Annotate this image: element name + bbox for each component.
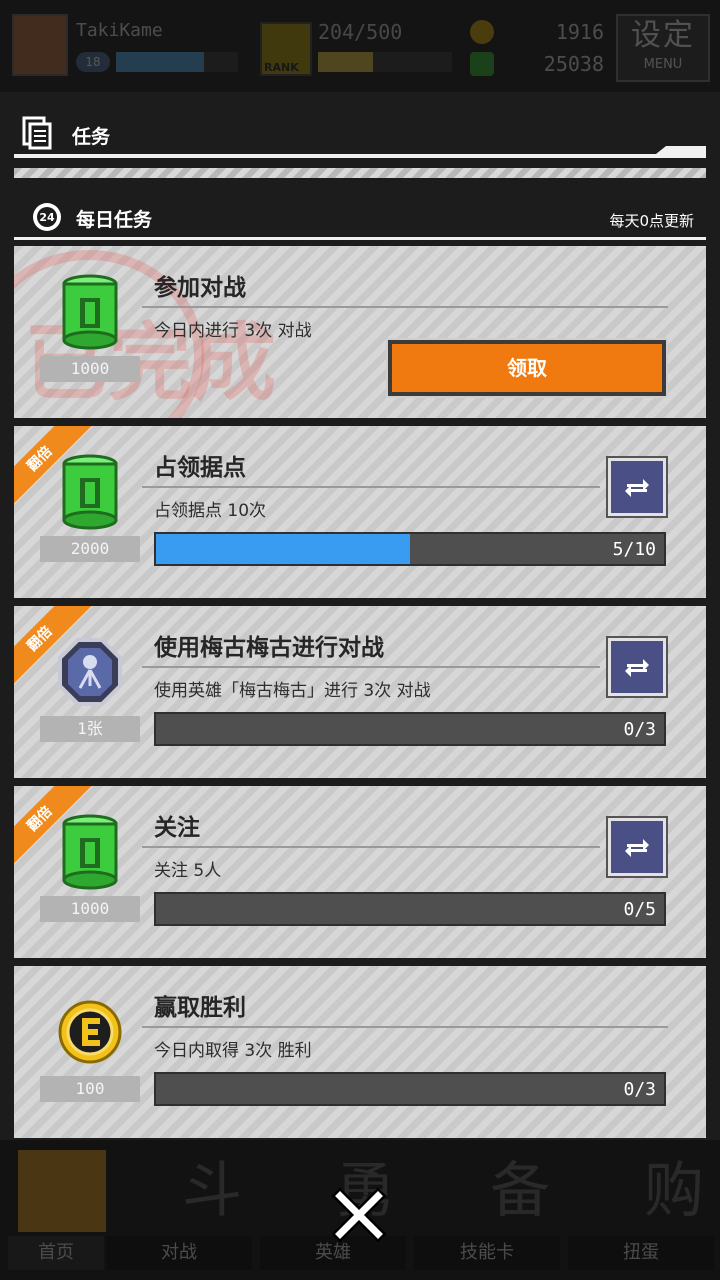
gold-coin-icon <box>470 20 494 44</box>
gem-value: 25038 <box>543 52 604 76</box>
progress-label: 0/3 <box>623 719 656 740</box>
task-progress-bar: 0/3 <box>154 1072 666 1106</box>
nav-battle[interactable]: 斗 对战 <box>106 1146 252 1274</box>
progress-fill <box>156 534 410 564</box>
username: TakiKame <box>76 20 163 41</box>
clock-24h-icon: 24 <box>33 203 61 231</box>
nav-battle-glyph: 斗 <box>182 1156 242 1226</box>
progress-label: 5/10 <box>612 539 656 560</box>
divider <box>14 237 706 240</box>
close-icon[interactable] <box>330 1186 388 1244</box>
task-card: 翻倍 2000 占领据点 占领据点 10次 5/10 <box>14 426 706 598</box>
task-progress-bar: 5/10 <box>154 532 666 566</box>
nav-label: 技能卡 <box>414 1236 560 1270</box>
menu-label: MENU <box>643 57 683 72</box>
nav-label: 首页 <box>8 1236 104 1270</box>
task-title: 赢取胜利 <box>154 995 246 1021</box>
green-barrel-icon <box>62 274 118 350</box>
nav-label: 对战 <box>106 1236 252 1270</box>
claim-button[interactable]: 领取 <box>388 340 666 396</box>
reset-note: 每天0点更新 <box>609 212 694 230</box>
refresh-task-button[interactable] <box>608 458 666 516</box>
reward-amount: 1000 <box>40 356 140 382</box>
hero-badge-icon <box>58 638 122 706</box>
task-progress-bar: 0/3 <box>154 712 666 746</box>
task-card: 翻倍 1张 使用梅古梅古进行对战 使用英雄「梅古梅古」进行 3次 对战 0/3 <box>14 606 706 778</box>
task-title: 参加对战 <box>154 275 246 301</box>
refresh-task-button[interactable] <box>608 818 666 876</box>
reward-amount: 2000 <box>40 536 140 562</box>
stamina-bar <box>318 52 452 72</box>
task-description: 今日内进行 3次 对战 <box>154 321 312 341</box>
gacha-icon: 购 <box>578 1150 704 1232</box>
reward-amount: 100 <box>40 1076 140 1102</box>
divider <box>142 666 600 668</box>
task-title: 使用梅古梅古进行对战 <box>154 635 384 661</box>
refresh-task-button[interactable] <box>608 638 666 696</box>
progress-label: 0/3 <box>623 1079 656 1100</box>
nav-gacha[interactable]: 购 扭蛋 <box>568 1146 714 1274</box>
nav-gacha-glyph: 购 <box>644 1156 704 1226</box>
svg-text:24: 24 <box>39 211 55 224</box>
top-status-bar: TakiKame 18 RANK 204/500 1916 25038 设定 M… <box>0 0 720 92</box>
divider <box>14 154 706 158</box>
nav-skills-glyph: 备 <box>490 1156 550 1226</box>
green-barrel-icon <box>62 814 118 890</box>
document-icon <box>22 116 52 150</box>
task-card: 已完成 1000 参加对战 今日内进行 3次 对战 领取 <box>14 246 706 418</box>
task-card: 翻倍 1000 关注 关注 5人 0/5 <box>14 786 706 958</box>
green-barrel-icon <box>62 454 118 530</box>
panel-title: 任务 <box>72 126 111 148</box>
panel-header: 任务 <box>14 112 706 158</box>
gem-icon <box>470 52 494 76</box>
daily-tasks-header: 24 每日任务 每天0点更新 <box>14 196 706 240</box>
task-title: 关注 <box>154 815 200 841</box>
task-progress-bar: 0/5 <box>154 892 666 926</box>
settings-label: 设定 <box>631 18 695 53</box>
exp-bar <box>116 52 238 72</box>
rank-emblem-icon: RANK <box>260 22 312 76</box>
task-description: 今日内取得 3次 胜利 <box>154 1041 312 1061</box>
gold-value: 1916 <box>555 20 604 44</box>
task-card: 100 赢取胜利 今日内取得 3次 胜利 0/3 <box>14 966 706 1138</box>
settings-menu-button[interactable]: 设定 MENU <box>616 14 710 82</box>
gold-coin-icon <box>58 1000 122 1064</box>
refresh-icon <box>625 839 649 857</box>
striped-divider <box>14 168 706 178</box>
stamina-value: 204/500 <box>318 20 403 44</box>
divider <box>142 846 600 848</box>
task-description: 占领据点 10次 <box>154 501 267 521</box>
nav-label: 扭蛋 <box>568 1236 714 1270</box>
task-description: 使用英雄「梅古梅古」进行 3次 对战 <box>154 681 431 701</box>
divider <box>142 1026 668 1028</box>
avatar[interactable] <box>12 14 68 76</box>
stamina-bar-fill <box>318 52 373 72</box>
task-description: 关注 5人 <box>154 861 222 881</box>
rank-label: RANK <box>264 61 299 74</box>
task-title: 占领据点 <box>154 455 246 481</box>
nav-skill-cards[interactable]: 备 技能卡 <box>414 1146 560 1274</box>
exp-bar-fill <box>116 52 204 72</box>
cards-icon: 备 <box>424 1150 550 1232</box>
level-badge: 18 <box>76 52 110 72</box>
back-arrow-icon <box>18 1150 106 1232</box>
reward-amount: 1张 <box>40 716 140 742</box>
refresh-icon <box>625 659 649 677</box>
refresh-icon <box>625 479 649 497</box>
section-title: 每日任务 <box>76 209 153 231</box>
gamepad-icon: 斗 <box>116 1150 242 1232</box>
divider <box>142 306 668 308</box>
reward-amount: 1000 <box>40 896 140 922</box>
progress-label: 0/5 <box>623 899 656 920</box>
divider <box>142 486 600 488</box>
